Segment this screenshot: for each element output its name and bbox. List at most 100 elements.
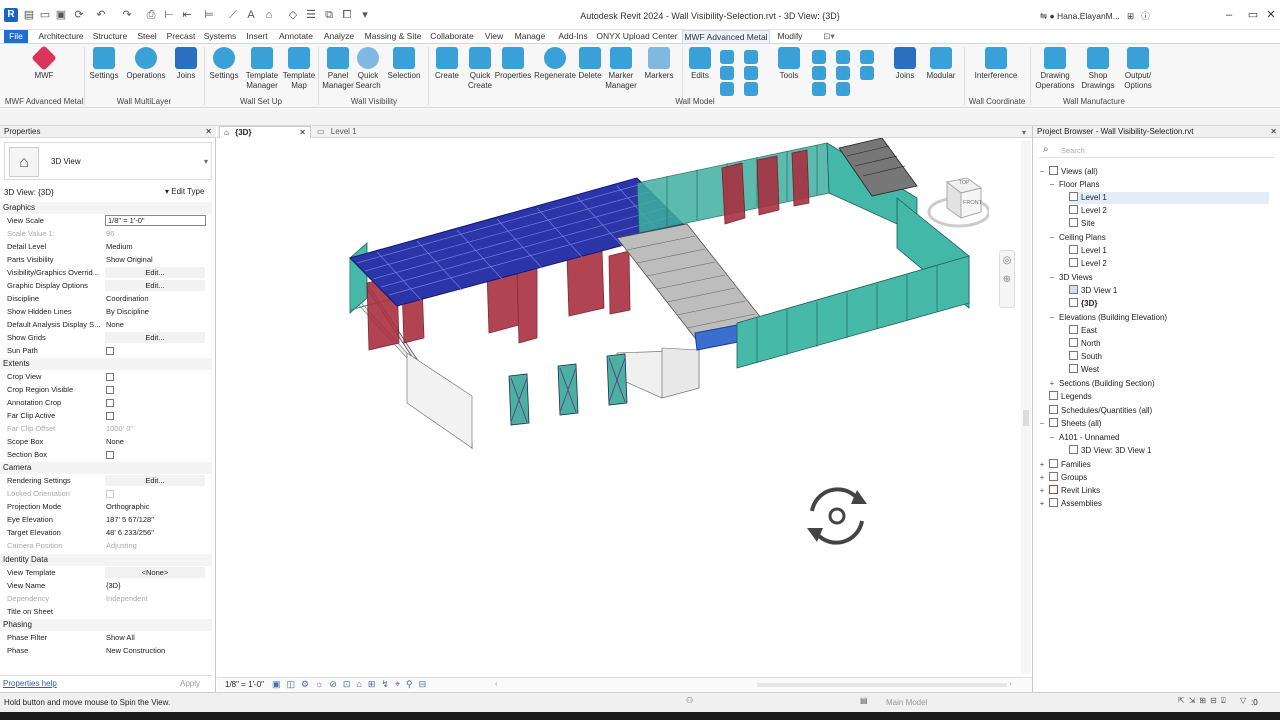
sun-path-checkbox[interactable]: [106, 347, 114, 355]
filter-icon[interactable]: ▽: [1240, 696, 1246, 705]
prop-projection-mode[interactable]: Projection Mode Orthographic: [0, 500, 212, 513]
section-icon[interactable]: ◇: [286, 8, 300, 22]
prop-discipline[interactable]: Discipline Coordination: [0, 292, 212, 305]
tree-3d-view-1[interactable]: 3D View 1: [1069, 285, 1117, 297]
selection-button[interactable]: Selection: [386, 47, 422, 81]
prop-view-name[interactable]: View Name {3D}: [0, 579, 212, 592]
tab-steel[interactable]: Steel: [135, 30, 159, 43]
prop-scope-box[interactable]: Scope Box None: [0, 435, 212, 448]
far-clip-checkbox[interactable]: [106, 412, 114, 420]
properties-button[interactable]: Properties: [494, 47, 532, 81]
tree-fp-level-1[interactable]: Level 1: [1069, 192, 1269, 204]
design-options-icon[interactable]: ▤: [860, 696, 868, 705]
browser-search[interactable]: ⌕ Search: [1039, 143, 1275, 158]
tree-elevations[interactable]: − Elevations (Building Elevation): [1050, 312, 1167, 324]
tree-3d-views[interactable]: −3D Views: [1050, 272, 1093, 284]
tab-manage[interactable]: Manage: [512, 30, 548, 43]
quick-create-button[interactable]: Quick Create: [464, 47, 496, 91]
add-tool-icon-3[interactable]: [860, 50, 874, 64]
tree-3d-current[interactable]: {3D}: [1069, 298, 1097, 310]
tab-3d-view[interactable]: ⌂ {3D} ✕: [219, 126, 311, 138]
prop-detail-level[interactable]: Detail Level Medium: [0, 240, 212, 253]
tab-architecture[interactable]: Architecture: [36, 30, 86, 43]
tools-button[interactable]: Tools: [774, 47, 804, 81]
prop-eye-elevation[interactable]: Eye Elevation 187' 5 67/128": [0, 513, 212, 526]
gdo-edit-button[interactable]: Edit...: [105, 280, 205, 291]
tree-cp-level-1[interactable]: Level 1: [1069, 245, 1107, 257]
tree-floor-plans[interactable]: − Floor Plans: [1050, 179, 1100, 191]
edit-tool-icon-1[interactable]: [720, 50, 734, 64]
steering-wheel-icon[interactable]: ◎: [1000, 255, 1014, 266]
tree-north[interactable]: North: [1069, 338, 1101, 350]
rendering-edit-button[interactable]: Edit...: [105, 475, 205, 486]
tab-mwf-advanced-metal[interactable]: MWF Advanced Metal: [682, 30, 770, 43]
tab-structure[interactable]: Structure: [91, 30, 129, 43]
help-icon[interactable]: ⓘ: [1136, 11, 1150, 21]
measure-icon[interactable]: ⊢: [162, 8, 176, 22]
close-icon[interactable]: ✕: [205, 126, 212, 138]
operations-button[interactable]: Operations: [124, 47, 168, 81]
crop-view-checkbox[interactable]: [106, 373, 114, 381]
add-tool-icon-8[interactable]: [836, 82, 850, 96]
tree-south[interactable]: South: [1069, 351, 1102, 363]
search-input[interactable]: Search: [1061, 146, 1085, 155]
tab-modify[interactable]: Modify: [774, 30, 806, 43]
edits-button[interactable]: Edits: [686, 47, 714, 81]
section-identity[interactable]: Identity Data: [0, 554, 212, 566]
type-selector[interactable]: ⌂ 3D View ▾: [4, 142, 212, 180]
add-tool-icon-4[interactable]: [812, 66, 826, 80]
tree-fp-site[interactable]: Site: [1069, 218, 1095, 230]
tree-sections[interactable]: + Sections (Building Section): [1050, 378, 1155, 390]
view-cube[interactable]: TOP FRONT: [925, 174, 991, 234]
tag-icon[interactable]: ⟋: [226, 8, 240, 22]
tree-fp-level-2[interactable]: Level 2: [1069, 205, 1107, 217]
tree-assemblies[interactable]: + Assemblies: [1040, 498, 1102, 510]
edit-tool-icon-4[interactable]: [744, 66, 758, 80]
delete-button[interactable]: Delete: [576, 47, 604, 81]
edit-type-button[interactable]: ▾ Edit Type: [165, 187, 204, 196]
instance-selector[interactable]: 3D View: {3D}: [4, 188, 54, 197]
tab-level-1[interactable]: ▭ Level 1: [313, 126, 393, 138]
prop-target-elevation[interactable]: Target Elevation 48' 6 233/256": [0, 526, 212, 539]
tree-views[interactable]: − Views (all): [1040, 166, 1098, 178]
regenerate-button[interactable]: Regenerate: [534, 47, 576, 81]
close-icon[interactable]: ✕: [1270, 126, 1277, 138]
qat-dropdown-icon[interactable]: ▾: [358, 8, 372, 22]
annotation-crop-checkbox[interactable]: [106, 399, 114, 407]
thin-lines-icon[interactable]: ☰: [304, 8, 318, 22]
dimension-icon[interactable]: ⊨: [202, 8, 216, 22]
template-map-button[interactable]: Template Map: [282, 47, 316, 91]
prop-view-scale[interactable]: View Scale 1/8" = 1'-0": [0, 214, 212, 227]
active-design-option[interactable]: Main Model: [886, 698, 927, 707]
tab-precast[interactable]: Precast: [165, 30, 197, 43]
prop-title-on-sheet[interactable]: Title on Sheet: [0, 605, 212, 618]
sync-icon[interactable]: ⟳: [72, 8, 86, 22]
view-control-icons[interactable]: ▣◫⚙☼⊘⊡⌂⊞↯⌖⚲⊟: [272, 679, 432, 690]
tab-annotate[interactable]: Annotate: [277, 30, 315, 43]
tree-west[interactable]: West: [1069, 364, 1099, 376]
vg-edit-button[interactable]: Edit...: [105, 267, 205, 278]
zoom-icon[interactable]: ⊕: [1000, 274, 1014, 285]
tree-schedules[interactable]: Schedules/Quantities (all): [1049, 405, 1152, 417]
tree-families[interactable]: + Families: [1040, 459, 1091, 471]
grids-edit-button[interactable]: Edit...: [105, 332, 205, 343]
tab-collaborate[interactable]: Collaborate: [428, 30, 476, 43]
output-options-button[interactable]: Output/ Options: [1120, 47, 1156, 91]
edit-tool-icon-2[interactable]: [744, 50, 758, 64]
tab-systems[interactable]: Systems: [202, 30, 238, 43]
revit-logo[interactable]: R: [4, 8, 18, 22]
tab-onyx-upload-center[interactable]: ONYX Upload Center: [596, 30, 678, 43]
prop-analysis-display[interactable]: Default Analysis Display S... None: [0, 318, 212, 331]
print-icon[interactable]: ⎙: [144, 8, 158, 22]
tree-revit-links[interactable]: + Revit Links: [1040, 485, 1100, 497]
default-3d-icon[interactable]: ⌂: [262, 8, 276, 22]
properties-help-link[interactable]: Properties help: [3, 679, 57, 688]
tree-ceiling-plans[interactable]: − Ceiling Plans: [1050, 232, 1106, 244]
view-scale-input[interactable]: 1/8" = 1'-0": [105, 215, 206, 226]
shop-drawings-button[interactable]: Shop Drawings: [1080, 47, 1116, 91]
tab-massing-site[interactable]: Massing & Site: [362, 30, 424, 43]
apply-button[interactable]: Apply: [180, 679, 200, 688]
add-tool-icon-1[interactable]: [812, 50, 826, 64]
close-hidden-icon[interactable]: ⧉: [322, 8, 336, 22]
tree-groups[interactable]: + Groups: [1040, 472, 1087, 484]
